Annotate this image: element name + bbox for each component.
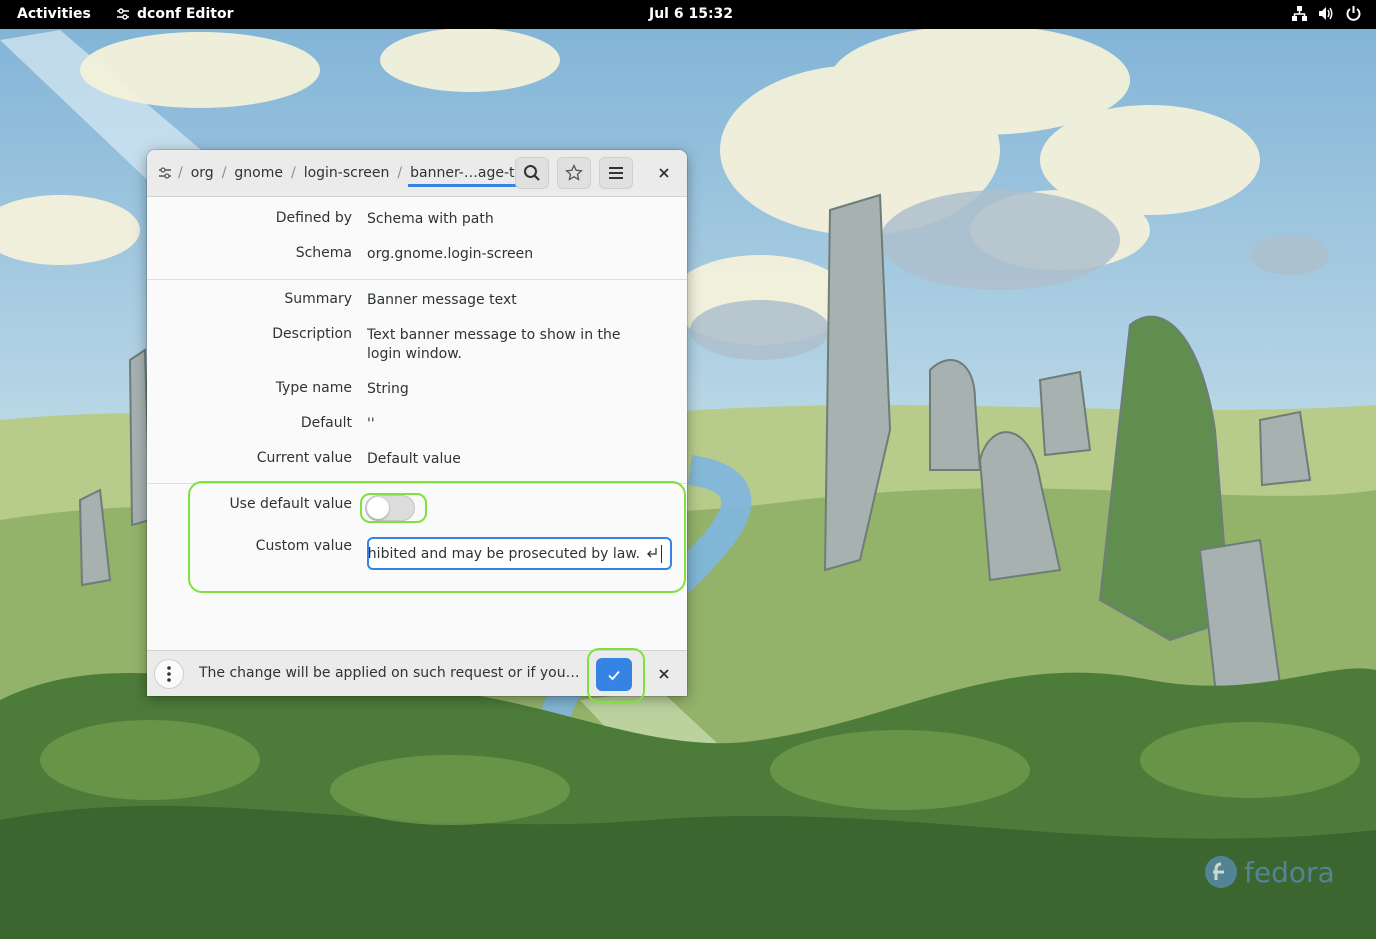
current-value-label: Current value [256, 450, 352, 466]
dconf-editor-window: / org / gnome / login-screen / banner-…a… [147, 150, 687, 696]
fedora-wordmark: fedora [1244, 855, 1335, 889]
breadcrumb-org[interactable]: org [189, 165, 216, 181]
breadcrumb-login-screen[interactable]: login-screen [302, 165, 392, 181]
path-separator: / [290, 165, 296, 181]
star-icon [565, 164, 583, 181]
breadcrumb: / org / gnome / login-screen / banner-…a… [158, 150, 539, 196]
key-details: Defined by Schema with path Schema org.g… [147, 197, 687, 650]
clock[interactable]: Jul 6 15:32 [649, 6, 733, 22]
apply-changes-button[interactable] [596, 658, 632, 691]
description-value: Text banner message to show in the login… [367, 327, 621, 362]
more-options-button[interactable] [154, 659, 184, 689]
app-menu-button[interactable]: dconf Editor [116, 6, 233, 22]
current-value-value: Default value [367, 451, 461, 467]
custom-value-text: prohibited and may be prosecuted by law. [367, 546, 640, 562]
network-icon [1291, 5, 1308, 22]
pending-change-bar: The change will be applied on such reque… [147, 650, 687, 696]
summary-label: Summary [284, 291, 352, 307]
search-button[interactable] [515, 157, 549, 189]
default-label: Default [300, 415, 352, 431]
schema-label: Schema [295, 245, 352, 261]
power-icon [1345, 5, 1362, 22]
volume-icon [1318, 5, 1335, 22]
close-window-button[interactable] [650, 159, 678, 187]
main-menu-button[interactable] [599, 157, 633, 189]
root-path-button[interactable] [158, 166, 172, 180]
path-separator: / [221, 165, 227, 181]
hamburger-menu-icon [609, 167, 623, 179]
dconf-icon [117, 8, 129, 20]
use-default-switch[interactable] [365, 495, 415, 521]
pending-change-message: The change will be applied on such reque… [199, 665, 584, 681]
vertical-dots-icon [167, 666, 171, 682]
text-caret [661, 545, 662, 563]
defined-by-value: Schema with path [367, 211, 494, 227]
section-divider [147, 483, 687, 484]
checkmark-icon [608, 670, 620, 680]
schema-value: org.gnome.login-screen [367, 246, 534, 262]
breadcrumb-gnome[interactable]: gnome [232, 165, 285, 181]
settings-root-icon [159, 167, 171, 179]
bookmark-button[interactable] [557, 157, 591, 189]
custom-value-label: Custom value [255, 538, 352, 554]
return-symbol-icon [646, 545, 658, 563]
default-value: '' [367, 416, 375, 432]
activities-button[interactable]: Activities [17, 6, 91, 22]
header-bar: / org / gnome / login-screen / banner-…a… [147, 150, 687, 197]
switch-knob [367, 497, 389, 519]
search-icon [524, 165, 540, 181]
description-label: Description [272, 326, 352, 342]
path-separator: / [397, 165, 403, 181]
app-name: dconf Editor [137, 6, 234, 22]
system-tray[interactable] [1291, 5, 1362, 22]
fedora-icon [1205, 856, 1237, 888]
top-bar: Activities dconf Editor Jul 6 15:32 [0, 0, 1376, 29]
custom-value-input[interactable]: prohibited and may be prosecuted by law. [367, 537, 672, 570]
type-name-label: Type name [275, 380, 352, 396]
section-divider [147, 279, 687, 280]
summary-value: Banner message text [367, 292, 517, 308]
type-name-value: String [367, 381, 409, 397]
path-separator: / [178, 165, 183, 181]
dismiss-changes-button[interactable] [650, 660, 678, 688]
defined-by-label: Defined by [275, 210, 352, 226]
use-default-label: Use default value [229, 496, 352, 512]
close-icon [659, 168, 669, 178]
close-icon [659, 669, 669, 679]
fedora-logo: fedora [1204, 855, 1335, 889]
